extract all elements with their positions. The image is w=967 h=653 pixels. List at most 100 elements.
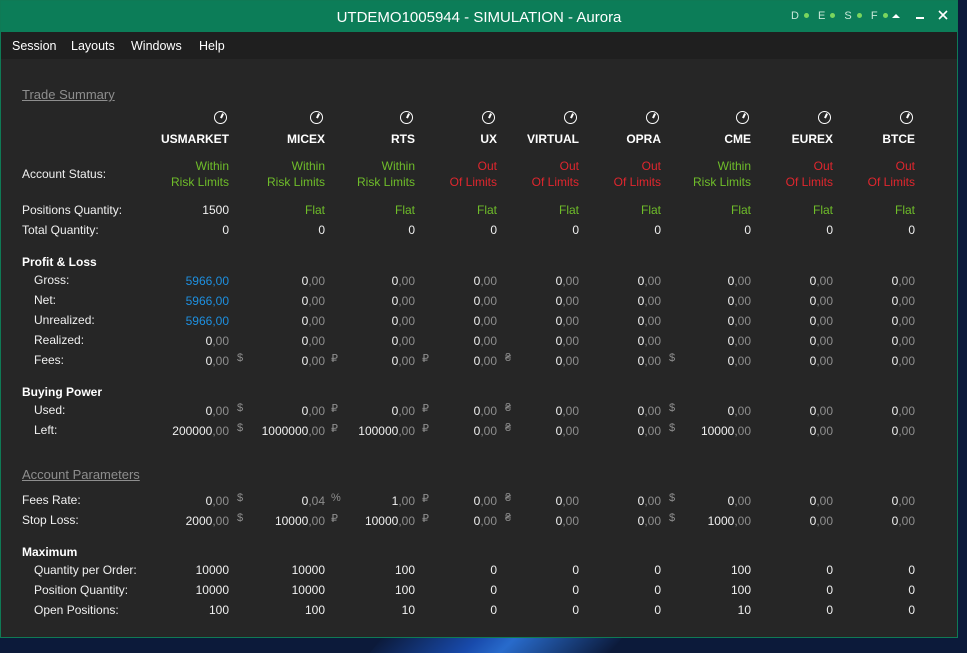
- total-quantity-value: 0: [222, 223, 229, 237]
- fees-value: 0,00: [205, 354, 229, 368]
- left-value: 0,00: [891, 424, 915, 438]
- positions-quantity-value: Flat: [476, 203, 497, 217]
- account-status-value: Out: [477, 159, 497, 173]
- stop-loss-value: 10000,00: [274, 514, 325, 528]
- total-quantity-value: 0: [654, 223, 661, 237]
- positions-quantity-value: Flat: [730, 203, 751, 217]
- left-label: Left:: [34, 423, 58, 437]
- left-value: 200000,00: [172, 424, 229, 438]
- used-value: 0,00: [205, 404, 229, 418]
- account-status-value: Within: [291, 159, 325, 173]
- open-positions-value: 0: [490, 603, 497, 617]
- fees-rate-value: 0,00: [205, 494, 229, 508]
- clock-icon[interactable]: [400, 111, 413, 124]
- menu-session[interactable]: Session: [12, 32, 56, 59]
- collapse-up-icon[interactable]: [887, 7, 905, 25]
- gross-value: 0,00: [637, 274, 661, 288]
- quantity-per-order-value: 100: [730, 563, 751, 577]
- positions-quantity-value: Flat: [640, 203, 661, 217]
- profit-loss-heading: Profit & Loss: [22, 255, 97, 269]
- position-quantity-value: 100: [394, 583, 415, 597]
- open-positions-value: 0: [654, 603, 661, 617]
- trade-summary-panel: Trade Summary Account Parameters Account…: [1, 59, 957, 637]
- total-quantity-label: Total Quantity:: [22, 223, 99, 237]
- open-positions-value: 100: [208, 603, 229, 617]
- exchange-header-micex: MICEX: [286, 132, 325, 146]
- stop-loss-label: Stop Loss:: [22, 513, 79, 527]
- open-positions-value: 0: [908, 603, 915, 617]
- account-status-value: Risk Limits: [356, 175, 415, 189]
- total-quantity-value: 0: [744, 223, 751, 237]
- account-status-value: Within: [195, 159, 229, 173]
- realized-value: 0,00: [637, 334, 661, 348]
- position-quantity-value: 10000: [195, 583, 229, 597]
- clock-icon[interactable]: [214, 111, 227, 124]
- exchange-header-opra: OPRA: [626, 132, 661, 146]
- quantity-per-order-value: 0: [490, 563, 497, 577]
- net-value: 0,00: [301, 294, 325, 308]
- account-status-value: Out: [813, 159, 833, 173]
- fees-value: 0,00: [301, 354, 325, 368]
- fees-value: 0,00: [637, 354, 661, 368]
- net-label: Net:: [34, 293, 57, 307]
- account-status-value: Of Limits: [531, 175, 579, 189]
- menu-windows[interactable]: Windows: [131, 32, 182, 59]
- quantity-per-order-value: 0: [826, 563, 833, 577]
- account-status-value: Risk Limits: [266, 175, 325, 189]
- account-parameters-link[interactable]: Account Parameters: [22, 467, 140, 482]
- used-label: Used:: [34, 403, 66, 417]
- stop-loss-value: 2000,00: [185, 514, 229, 528]
- total-quantity-value: 0: [408, 223, 415, 237]
- positions-quantity-value: Flat: [812, 203, 833, 217]
- clock-icon[interactable]: [564, 111, 577, 124]
- connection-status-lights: D E S F: [791, 10, 894, 22]
- gross-value: 5966,00: [185, 274, 229, 288]
- menu-help[interactable]: Help: [199, 32, 225, 59]
- minimize-icon[interactable]: [911, 7, 929, 25]
- main-window: UTDEMO1005944 - SIMULATION - Aurora D E …: [0, 0, 958, 638]
- used-value: 0,00: [637, 404, 661, 418]
- account-status-value: Risk Limits: [692, 175, 751, 189]
- total-quantity-value: 0: [908, 223, 915, 237]
- realized-value: 0,00: [891, 334, 915, 348]
- positions-quantity-label: Positions Quantity:: [22, 203, 123, 217]
- quantity-per-order-value: 0: [654, 563, 661, 577]
- clock-icon[interactable]: [900, 111, 913, 124]
- unrealized-value: 0,00: [301, 314, 325, 328]
- clock-icon[interactable]: [310, 111, 323, 124]
- unrealized-value: 0,00: [637, 314, 661, 328]
- title-bar[interactable]: UTDEMO1005944 - SIMULATION - Aurora D E …: [1, 1, 957, 32]
- exchange-header-eurex: EUREX: [791, 132, 833, 146]
- exchange-header-cme: CME: [724, 132, 751, 146]
- used-value: 0,00: [891, 404, 915, 418]
- position-quantity-value: 0: [908, 583, 915, 597]
- gross-value: 0,00: [891, 274, 915, 288]
- open-positions-label: Open Positions:: [34, 603, 119, 617]
- status-light-d: D: [791, 10, 812, 22]
- fees-rate-value: 0,00: [637, 494, 661, 508]
- maximum-heading: Maximum: [22, 545, 78, 559]
- account-status-value: Out: [641, 159, 661, 173]
- clock-icon[interactable]: [482, 111, 495, 124]
- unrealized-value: 0,00: [891, 314, 915, 328]
- close-icon[interactable]: [934, 7, 952, 25]
- exchange-header-btce: BTCE: [882, 132, 915, 146]
- clock-icon[interactable]: [736, 111, 749, 124]
- position-quantity-value: 0: [572, 583, 579, 597]
- positions-quantity-value: Flat: [894, 203, 915, 217]
- left-value: 1000000,00: [261, 424, 325, 438]
- fees-rate-value: 0,00: [891, 494, 915, 508]
- total-quantity-value: 0: [826, 223, 833, 237]
- menu-layouts[interactable]: Layouts: [71, 32, 115, 59]
- quantity-per-order-value: 0: [572, 563, 579, 577]
- gross-label: Gross:: [34, 273, 70, 287]
- quantity-per-order-value: 10000: [195, 563, 229, 577]
- exchange-header-rts: RTS: [391, 132, 415, 146]
- account-status-value: Of Limits: [867, 175, 915, 189]
- account-status-value: Out: [895, 159, 915, 173]
- net-value: 0,00: [891, 294, 915, 308]
- trade-summary-link[interactable]: Trade Summary: [22, 87, 115, 102]
- clock-icon[interactable]: [818, 111, 831, 124]
- clock-icon[interactable]: [646, 111, 659, 124]
- quantity-per-order-value: 10000: [291, 563, 325, 577]
